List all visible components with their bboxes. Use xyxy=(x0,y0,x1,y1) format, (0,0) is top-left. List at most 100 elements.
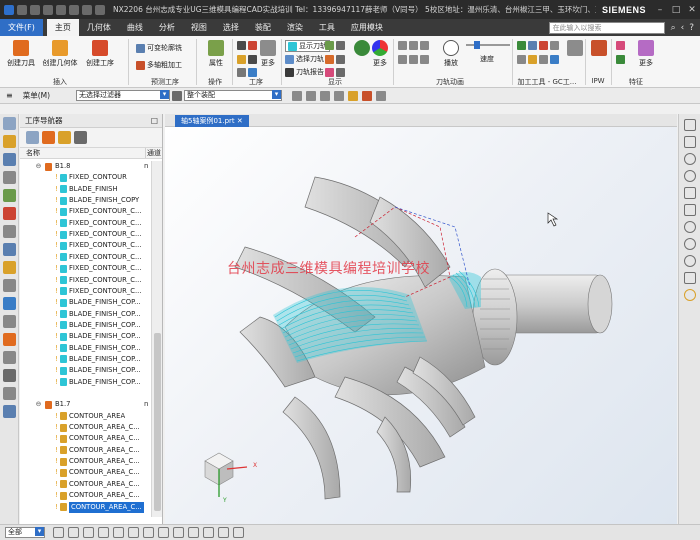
main-menu-button[interactable]: 菜单(M) xyxy=(13,90,56,101)
tree-operation-row[interactable]: ! BLADE_FINISH_COP... xyxy=(20,343,151,354)
palette-icon[interactable] xyxy=(2,279,16,292)
select-tool-icon-1[interactable] xyxy=(292,90,303,101)
snap-icon-13[interactable] xyxy=(233,527,244,538)
tab-close-icon[interactable]: ✕ xyxy=(237,117,243,125)
feature-more-button[interactable]: 更多 xyxy=(636,40,656,68)
filter-icon[interactable] xyxy=(172,90,183,101)
copy-icon[interactable] xyxy=(69,4,79,15)
background-icon[interactable] xyxy=(683,272,696,284)
tree-operation-row[interactable]: ! FIXED_CONTOUR_C... xyxy=(20,275,151,286)
search-icon[interactable]: ⌕ xyxy=(671,23,676,33)
tree-operation-row[interactable]: ! FIXED_CONTOUR xyxy=(20,172,151,183)
create-operation-button[interactable]: 创建工序 xyxy=(80,40,120,68)
tree-operation-row[interactable]: ! BLADE_FINISH_COP... xyxy=(20,354,151,365)
machining-tools-row2[interactable] xyxy=(517,55,559,64)
cut-icon[interactable] xyxy=(56,4,66,15)
undo-icon[interactable] xyxy=(30,4,40,15)
process-tools-row3[interactable] xyxy=(237,68,257,77)
part-navigator-icon[interactable] xyxy=(2,135,16,148)
tree-operation-row[interactable]: ! BLADE_FINISH_COP... xyxy=(20,365,151,376)
tree-operation-row[interactable]: ! CONTOUR_AREA_C... xyxy=(20,479,151,490)
tab-7[interactable]: 装配 xyxy=(247,19,279,36)
navigator-icon[interactable] xyxy=(2,117,16,130)
tree-operation-row[interactable]: ! CONTOUR_AREA_C... xyxy=(20,490,151,501)
redo-icon[interactable] xyxy=(43,4,53,15)
tree-operation-row[interactable]: ! CONTOUR_AREA_C... xyxy=(20,467,151,478)
manufacturing-wizard-icon[interactable] xyxy=(2,351,16,364)
navigator-scrollbar[interactable] xyxy=(151,161,162,517)
tab-8[interactable]: 渲染 xyxy=(279,19,311,36)
toolpath-report-button[interactable]: 刀轨报告 xyxy=(285,67,324,77)
snap-icon-9[interactable] xyxy=(173,527,184,538)
tree-operation-row[interactable]: ! BLADE_FINISH_COP... xyxy=(20,377,151,388)
properties-button[interactable]: 属性 xyxy=(204,40,228,68)
snap-icon-10[interactable] xyxy=(188,527,199,538)
graphics-window[interactable]: X Y 台州志成三维模具编程培训学校 xyxy=(165,127,677,524)
web-browser-icon[interactable] xyxy=(2,261,16,274)
play-button[interactable]: 播放 xyxy=(440,40,462,68)
tree-operation-row[interactable]: ! BLADE_FINISH_COP... xyxy=(20,309,151,320)
pan-icon[interactable] xyxy=(683,187,696,199)
tab-1[interactable]: 主页 xyxy=(46,19,79,36)
tab-5[interactable]: 视图 xyxy=(183,19,215,36)
visibility-icon[interactable] xyxy=(683,238,696,250)
select-tool-icon-6[interactable] xyxy=(362,90,373,101)
tree-operation-row[interactable]: ! FIXED_CONTOUR_C... xyxy=(20,286,151,297)
snap-icon-7[interactable] xyxy=(143,527,154,538)
select-tool-icon-4[interactable] xyxy=(334,90,345,101)
select-tool-icon-5[interactable] xyxy=(348,90,359,101)
maximize-button[interactable]: □ xyxy=(668,5,684,15)
tree-expand-toggle[interactable]: ⊖ xyxy=(34,161,43,172)
feature-row1[interactable] xyxy=(616,41,625,50)
zoom-icon[interactable] xyxy=(683,136,696,148)
tree-group-row[interactable]: ⊖ B1.7 n xyxy=(20,399,151,410)
roles-icon[interactable] xyxy=(2,297,16,310)
display-tools-2[interactable] xyxy=(325,55,345,64)
history-icon[interactable] xyxy=(2,225,16,238)
minimize-button[interactable]: – xyxy=(652,5,668,15)
system-materials-icon[interactable] xyxy=(2,315,16,328)
tree-operation-row[interactable]: ! BLADE_FINISH_COP... xyxy=(20,331,151,342)
create-geometry-button[interactable]: 创建几何体 xyxy=(40,40,80,68)
display-tools-1[interactable] xyxy=(325,41,345,50)
snap-icon-6[interactable] xyxy=(128,527,139,538)
tree-operation-row[interactable]: ! CONTOUR_AREA_C... xyxy=(20,445,151,456)
part-file-tab[interactable]: 轴5轴案例01.prt ✕ xyxy=(175,115,249,127)
tools-icon[interactable] xyxy=(2,405,16,418)
snap-icon-1[interactable] xyxy=(53,527,64,538)
back-icon[interactable]: ‹ xyxy=(681,23,685,33)
anim-row1[interactable] xyxy=(398,41,429,50)
tab-6[interactable]: 选择 xyxy=(215,19,247,36)
tree-operation-row[interactable]: ! BLADE_FINISH_COP... xyxy=(20,320,151,331)
navigator-scrollbar-thumb[interactable] xyxy=(154,333,161,511)
program-order-view-icon[interactable] xyxy=(26,131,39,144)
quick-access-toolbar[interactable] xyxy=(0,4,105,15)
speed-slider[interactable] xyxy=(466,41,510,49)
tab-9[interactable]: 工具 xyxy=(311,19,343,36)
settings-icon[interactable] xyxy=(2,387,16,400)
tree-operation-row[interactable]: ! BLADE_FINISH_COP... xyxy=(20,297,151,308)
close-button[interactable]: ✕ xyxy=(684,5,700,15)
panel-pin-icon[interactable]: □ xyxy=(151,114,158,128)
tree-operation-row[interactable]: ! BLADE_FINISH_COPY xyxy=(20,195,151,206)
zoom-window-icon[interactable] xyxy=(683,204,696,216)
variable-contour-button[interactable]: 可变轮廓铣 xyxy=(136,43,182,53)
menu-icon[interactable]: ≡ xyxy=(0,91,13,100)
select-tool-icon-7[interactable] xyxy=(376,90,387,101)
column-status[interactable]: 通道 xyxy=(146,148,162,158)
anim-row2[interactable] xyxy=(398,55,429,64)
machine-tool-view-icon[interactable] xyxy=(42,131,55,144)
process-tools-row1[interactable] xyxy=(237,41,257,50)
machining-tools-row1[interactable] xyxy=(517,41,559,50)
feature-row2[interactable] xyxy=(616,55,625,64)
tree-operation-row[interactable]: ! FIXED_CONTOUR_C... xyxy=(20,218,151,229)
snap-icon-3[interactable] xyxy=(83,527,94,538)
search-input[interactable]: 在此输入以搜索 xyxy=(548,21,665,34)
help-icon[interactable]: ? xyxy=(689,23,694,33)
tree-operation-row[interactable]: ! CONTOUR_AREA_C... xyxy=(20,456,151,467)
tab-2[interactable]: 几何体 xyxy=(79,19,119,36)
select-tool-icon-3[interactable] xyxy=(320,90,331,101)
display-tools-3[interactable] xyxy=(325,68,345,77)
tree-operation-row[interactable]: ! FIXED_CONTOUR_C... xyxy=(20,263,151,274)
tab-3[interactable]: 曲线 xyxy=(119,19,151,36)
